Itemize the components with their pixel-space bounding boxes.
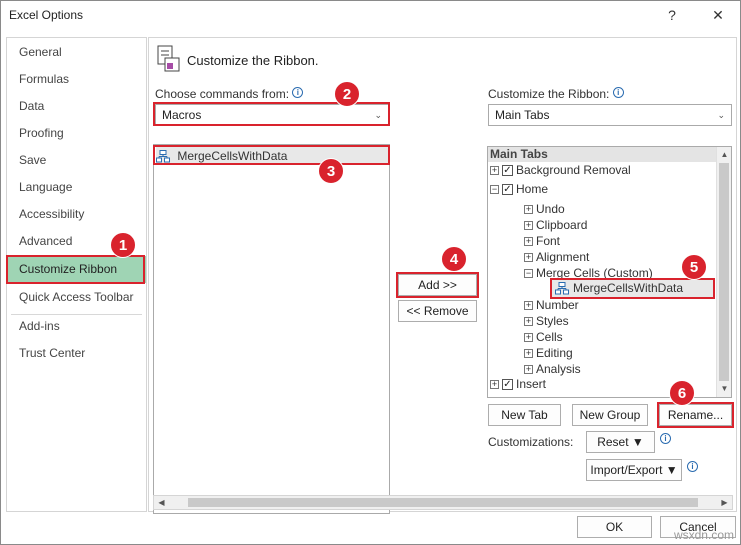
horizontal-scrollbar[interactable]: ◀ ▶ [153, 495, 733, 510]
import-export-dropdown-button[interactable]: Import/Export ▼ [586, 459, 682, 481]
choose-commands-label: Choose commands from: i [155, 87, 304, 101]
tree-row-label: Alignment [536, 250, 590, 264]
nav-item-formulas[interactable]: Formulas [7, 66, 146, 93]
step-badge-6: 6 [669, 380, 695, 406]
info-icon: i [292, 87, 304, 98]
tree-row-insert[interactable]: + ✓ Insert [490, 376, 546, 392]
nav-item-data[interactable]: Data [7, 93, 146, 120]
expand-icon[interactable]: + [524, 237, 533, 247]
expand-icon[interactable]: + [490, 380, 499, 390]
commands-listbox[interactable] [153, 144, 390, 514]
tree-row-label: Font [536, 234, 561, 248]
info-icon: i [660, 433, 671, 444]
scroll-left-icon[interactable]: ◀ [154, 495, 169, 510]
new-group-button[interactable]: New Group [572, 404, 648, 426]
tree-row-label: Background Removal [516, 163, 631, 177]
nav-item-accessibility[interactable]: Accessibility [7, 201, 146, 228]
tree-row-label: Styles [536, 314, 569, 328]
close-icon[interactable]: ✕ [703, 3, 733, 27]
chevron-down-icon: ⌄ [717, 110, 725, 120]
tree-row-label: Insert [516, 377, 547, 391]
tree-row-cells[interactable]: + Cells [524, 329, 563, 345]
help-icon[interactable]: ? [657, 3, 687, 27]
scrollbar-thumb[interactable] [719, 163, 729, 381]
step-badge-3: 3 [318, 158, 344, 184]
highlight-box-tree-macro [550, 278, 715, 299]
choose-commands-label-text: Choose commands from: [155, 87, 290, 101]
expand-icon[interactable]: + [524, 205, 533, 215]
customize-ribbon-label: Customize the Ribbon: i [488, 87, 624, 101]
tree-row-label: Number [536, 298, 579, 312]
customize-ribbon-icon [157, 45, 180, 72]
info-icon: i [687, 461, 698, 472]
step-badge-4: 4 [441, 246, 467, 272]
nav-item-save[interactable]: Save [7, 147, 146, 174]
customize-ribbon-value: Main Tabs [495, 108, 550, 122]
tree-row-label: Clipboard [536, 218, 588, 232]
ok-button[interactable]: OK [577, 516, 652, 538]
nav-item-language[interactable]: Language [7, 174, 146, 201]
tree-row-number[interactable]: + Number [524, 297, 579, 313]
tree-row-label: Analysis [536, 362, 581, 376]
tree-row-label: Undo [536, 202, 565, 216]
scroll-down-icon[interactable]: ▼ [717, 381, 732, 396]
tree-row-label: Home [516, 182, 549, 196]
customizations-label: Customizations: [488, 435, 574, 449]
scroll-up-icon[interactable]: ▲ [717, 147, 732, 162]
highlight-box-nav [6, 255, 145, 284]
info-icon: i [612, 87, 624, 98]
checkbox-checked-icon[interactable]: ✓ [502, 184, 513, 196]
step-badge-2: 2 [334, 81, 360, 107]
window-title: Excel Options [9, 8, 84, 22]
new-tab-button[interactable]: New Tab [488, 404, 561, 426]
tree-row-label: Editing [536, 346, 573, 360]
expand-icon[interactable]: + [524, 365, 533, 375]
collapse-icon[interactable]: − [490, 185, 499, 195]
highlight-box-command [153, 145, 390, 165]
excel-options-dialog: Excel Options ? ✕ General Formulas Data … [0, 0, 741, 545]
expand-icon[interactable]: + [524, 333, 533, 343]
step-badge-5: 5 [681, 254, 707, 280]
customize-ribbon-label-text: Customize the Ribbon: [488, 87, 610, 101]
tree-row-styles[interactable]: + Styles [524, 313, 569, 329]
scrollbar-thumb[interactable] [188, 498, 698, 507]
reset-dropdown-button[interactable]: Reset ▼ [586, 431, 655, 453]
collapse-icon[interactable]: − [524, 269, 533, 279]
nav-item-add-ins[interactable]: Add-ins [7, 313, 146, 340]
step-badge-1: 1 [110, 232, 136, 258]
tree-row-alignment[interactable]: + Alignment [524, 249, 589, 265]
nav-item-general[interactable]: General [7, 39, 146, 66]
remove-button[interactable]: << Remove [398, 300, 477, 322]
highlight-box-add [396, 272, 479, 298]
expand-icon[interactable]: + [524, 349, 533, 359]
watermark: wsxdn.com [673, 528, 734, 542]
tree-row-editing[interactable]: + Editing [524, 345, 573, 361]
highlight-box-select [153, 102, 390, 126]
expand-icon[interactable]: + [524, 317, 533, 327]
tree-row-analysis[interactable]: + Analysis [524, 361, 581, 377]
customize-ribbon-select[interactable]: Main Tabs ⌄ [488, 104, 732, 126]
tree-row-label: Cells [536, 330, 563, 344]
tree-row-font[interactable]: + Font [524, 233, 560, 249]
expand-icon[interactable]: + [490, 166, 499, 176]
title-bar: Excel Options ? ✕ [1, 1, 740, 29]
page-heading: Customize the Ribbon. [187, 53, 319, 68]
nav-item-proofing[interactable]: Proofing [7, 120, 146, 147]
expand-icon[interactable]: + [524, 221, 533, 231]
scroll-right-icon[interactable]: ▶ [717, 495, 732, 510]
expand-icon[interactable]: + [524, 301, 533, 311]
tree-scrollbar[interactable]: ▲ ▼ [716, 147, 731, 397]
tree-row-background-removal[interactable]: + ✓ Background Removal [490, 162, 631, 178]
nav-item-trust-center[interactable]: Trust Center [7, 340, 146, 367]
checkbox-checked-icon[interactable]: ✓ [502, 379, 513, 391]
tree-header: Main Tabs [488, 147, 716, 162]
checkbox-checked-icon[interactable]: ✓ [502, 165, 513, 177]
tree-row-home[interactable]: − ✓ Home [490, 181, 548, 197]
nav-item-quick-access-toolbar[interactable]: Quick Access Toolbar [7, 284, 146, 311]
expand-icon[interactable]: + [524, 253, 533, 263]
tree-row-undo[interactable]: + Undo [524, 201, 565, 217]
tree-row-clipboard[interactable]: + Clipboard [524, 217, 587, 233]
highlight-box-rename [657, 402, 734, 428]
